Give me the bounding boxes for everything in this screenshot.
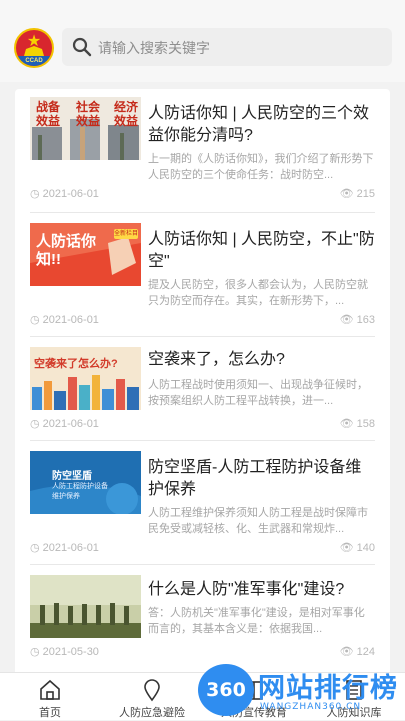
thumb-caption: 人防话你知!! xyxy=(36,233,97,268)
tab-label: 人防应急避险 xyxy=(119,707,185,719)
list-item[interactable]: 战备效益 社会效益 经济效益 人防话你知 | 人民防空的三个效益你能分清吗? 上… xyxy=(30,89,375,213)
thumb-caption: 防空坚盾 xyxy=(52,471,92,482)
article-summary: 上一期的《人防话你知》，我们介绍了新形势下人民防空的三个使命任务：战时防空... xyxy=(148,153,374,181)
views-text: 124 xyxy=(356,646,375,658)
views-text: 215 xyxy=(356,188,375,200)
thumb-caption: 全新栏目 xyxy=(114,231,139,237)
article-thumbnail: 防空坚盾 人防工程防护设备 维护保养 xyxy=(30,451,141,514)
watermark-title: 网站排行榜 xyxy=(258,673,398,703)
tab-label: 首页 xyxy=(39,707,61,719)
search-bar[interactable]: 请输入搜索关键字 xyxy=(62,28,392,66)
article-thumbnail: 空袭来了怎么办? xyxy=(30,347,141,410)
tab-home[interactable]: 首页 xyxy=(18,673,82,721)
article-title[interactable]: 人防话你知 | 人民防空，不止"防空" xyxy=(148,229,375,273)
view-count: 👁 158 xyxy=(339,418,375,430)
article-title[interactable]: 防空坚盾-人防工程防护设备维护保养 xyxy=(148,457,375,501)
thumb-caption: 战备效益 xyxy=(36,100,61,128)
home-icon xyxy=(40,679,60,700)
list-item[interactable]: 防空坚盾 人防工程防护设备 维护保养 防空坚盾-人防工程防护设备维护保养 人防工… xyxy=(30,441,375,565)
logo-text: CCAD xyxy=(16,56,52,66)
article-date: ◷ 2021-06-01 xyxy=(30,188,99,200)
date-text: 2021-06-01 xyxy=(42,188,99,200)
list-item[interactable]: 人防话你知!! 全新栏目 人防话你知 | 人民防空，不止"防空" 提及人民防空，… xyxy=(30,213,375,337)
article-summary: 人防工程战时使用须知一、出现战争征候时，按预案组织人防工程平战转换，进一... xyxy=(148,379,368,407)
article-summary: 人防工程维护保养须知人防工程是战时保障市民免受或减轻核、化、生武器和常规炸... xyxy=(148,507,368,535)
article-summary: 答：人防机关"准军事化"建设，是相对军事化而言的，其基本含义是：依据我国... xyxy=(148,607,365,635)
view-count: 👁 215 xyxy=(339,188,375,200)
article-title[interactable]: 人防话你知 | 人民防空的三个效益你能分清吗? xyxy=(148,103,375,147)
top-bar: ★ CCAD 请输入搜索关键字 xyxy=(0,0,405,82)
thumb-caption: 空袭来了怎么办? xyxy=(34,358,118,370)
article-date: ◷ 2021-06-01 xyxy=(30,418,99,430)
tab-emergency[interactable]: 人防应急避险 xyxy=(112,673,192,721)
article-date: ◷ 2021-05-30 xyxy=(30,646,99,658)
views-text: 140 xyxy=(356,542,375,554)
article-date: ◷ 2021-06-01 xyxy=(30,542,99,554)
view-count: 👁 163 xyxy=(339,314,375,326)
thumb-caption: 人防工程防护设备 xyxy=(52,483,108,490)
watermark-badge: 360 xyxy=(198,664,254,716)
article-thumbnail: 人防话你知!! 全新栏目 xyxy=(30,223,141,286)
date-text: 2021-05-30 xyxy=(42,646,99,658)
search-icon xyxy=(72,37,92,57)
views-text: 158 xyxy=(356,418,375,430)
article-summary: 提及人民防空，很多人都会认为，人民防空就只为防空而存在。其实，在新形势下，... xyxy=(148,279,368,307)
watermark-overlay: 360 网站排行榜 WANGZHAN360.CN xyxy=(198,662,405,720)
list-item[interactable]: 空袭来了怎么办? 空袭来了，怎么办? 人防工程战时使用须知一、出现战争征候时，按… xyxy=(30,337,375,441)
civil-defense-logo: ★ CCAD xyxy=(14,28,54,68)
views-text: 163 xyxy=(356,314,375,326)
search-placeholder[interactable]: 请输入搜索关键字 xyxy=(98,38,210,58)
article-thumbnail: 战备效益 社会效益 经济效益 xyxy=(30,97,141,160)
watermark-subtitle: WANGZHAN360.CN xyxy=(260,702,362,712)
article-title[interactable]: 空袭来了，怎么办? xyxy=(148,349,375,371)
location-icon xyxy=(144,679,160,702)
article-list: 战备效益 社会效益 经济效益 人防话你知 | 人民防空的三个效益你能分清吗? 上… xyxy=(15,89,390,684)
article-date: ◷ 2021-06-01 xyxy=(30,314,99,326)
thumb-caption: 经济效益 xyxy=(114,100,139,128)
thumb-caption: 社会效益 xyxy=(76,100,101,128)
date-text: 2021-06-01 xyxy=(42,542,99,554)
view-count: 👁 140 xyxy=(339,542,375,554)
thumb-caption: 维护保养 xyxy=(52,493,80,500)
article-title[interactable]: 什么是人防"准军事化"建设? xyxy=(148,579,375,601)
article-thumbnail xyxy=(30,575,141,638)
date-text: 2021-06-01 xyxy=(42,418,99,430)
date-text: 2021-06-01 xyxy=(42,314,99,326)
view-count: 👁 124 xyxy=(339,646,375,658)
